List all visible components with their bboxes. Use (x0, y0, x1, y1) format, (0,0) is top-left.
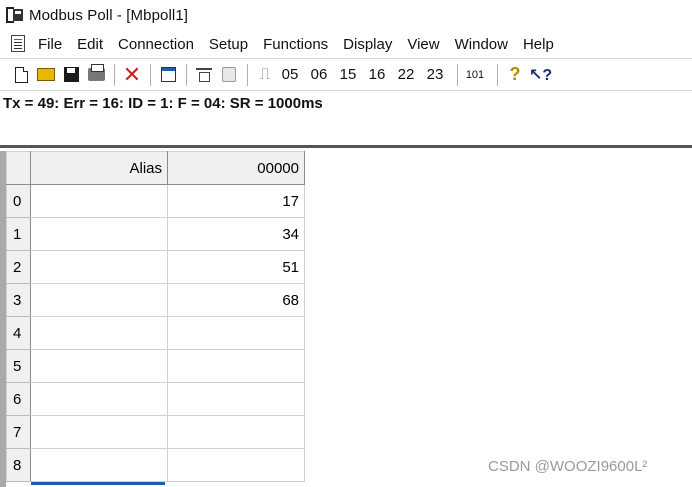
modbus-poll-app-icon[interactable] (6, 6, 24, 24)
row-header[interactable]: 1 (6, 217, 31, 251)
alias-cell[interactable] (30, 382, 168, 416)
menu-edit[interactable]: Edit (77, 36, 103, 53)
toolbar-separator (150, 63, 151, 86)
menu-connection[interactable]: Connection (118, 36, 194, 53)
menu-view[interactable]: View (407, 36, 439, 53)
table-row: 1 34 (6, 217, 305, 251)
alias-cell[interactable] (30, 448, 168, 482)
title-bar: Modbus Poll - [Mbpoll1] (0, 0, 692, 30)
table-row: 7 (6, 415, 305, 449)
row-header[interactable]: 6 (6, 382, 31, 416)
window-icon[interactable] (157, 63, 179, 87)
function-16-button[interactable]: 16 (366, 63, 388, 87)
function-23-button[interactable]: 23 (424, 63, 446, 87)
save-icon[interactable] (60, 63, 82, 87)
value-cell[interactable] (167, 316, 305, 350)
table-row: 5 (6, 349, 305, 383)
status-panel: Tx = 49: Err = 16: ID = 1: F = 04: SR = … (0, 92, 692, 148)
function-15-button[interactable]: 15 (337, 63, 359, 87)
whats-this-icon[interactable]: ↖? (529, 63, 552, 87)
pulse-icon[interactable]: ⎍ (254, 63, 276, 87)
menu-help[interactable]: Help (523, 36, 554, 53)
alias-cell[interactable] (30, 217, 168, 251)
value-cell[interactable]: 51 (167, 250, 305, 284)
function-22-button[interactable]: 22 (395, 63, 417, 87)
table-row: 6 (6, 382, 305, 416)
menu-setup[interactable]: Setup (209, 36, 248, 53)
data-grid-area: Alias 00000 0 17 1 34 2 51 3 68 4 5 6 7 … (0, 151, 692, 487)
row-header[interactable]: 7 (6, 415, 31, 449)
toolbar: ✕ ⎍ 05 06 15 16 22 23 101 ? ↖? (0, 58, 692, 91)
value-cell[interactable] (167, 415, 305, 449)
new-icon[interactable] (10, 63, 32, 87)
menu-window[interactable]: Window (455, 36, 508, 53)
toolbar-separator (247, 63, 248, 86)
value-cell[interactable] (167, 382, 305, 416)
row-header[interactable]: 0 (6, 184, 31, 218)
read-write-101-button[interactable]: 101 (464, 63, 486, 87)
connect-icon[interactable] (193, 63, 215, 87)
toolbar-separator (457, 63, 458, 86)
table-row: 3 68 (6, 283, 305, 317)
column-header-alias[interactable]: Alias (30, 151, 168, 185)
open-folder-icon[interactable] (35, 63, 57, 87)
row-header[interactable]: 3 (6, 283, 31, 317)
row-header[interactable]: 8 (6, 448, 31, 482)
table-row: 8 (6, 448, 305, 482)
value-cell[interactable]: 68 (167, 283, 305, 317)
menu-functions[interactable]: Functions (263, 36, 328, 53)
alias-cell[interactable] (30, 415, 168, 449)
column-header-address[interactable]: 00000 (167, 151, 305, 185)
menu-file[interactable]: File (38, 36, 62, 53)
row-header[interactable]: 2 (6, 250, 31, 284)
table-row: 2 51 (6, 250, 305, 284)
value-cell[interactable] (167, 448, 305, 482)
header-row: Alias 00000 (6, 151, 305, 185)
disconnect-icon[interactable] (218, 63, 240, 87)
function-05-button[interactable]: 05 (279, 63, 301, 87)
alias-cell[interactable] (30, 349, 168, 383)
toolbar-separator (114, 63, 115, 86)
help-icon[interactable]: ? (504, 63, 526, 87)
alias-cell[interactable] (30, 316, 168, 350)
menu-display[interactable]: Display (343, 36, 392, 53)
window-title: Modbus Poll - [Mbpoll1] (29, 6, 189, 24)
status-text: Tx = 49: Err = 16: ID = 1: F = 04: SR = … (3, 95, 323, 112)
print-icon[interactable] (85, 63, 107, 87)
table-row: 0 17 (6, 184, 305, 218)
row-header[interactable]: 5 (6, 349, 31, 383)
menu-bar: File Edit Connection Setup Functions Dis… (0, 30, 692, 58)
alias-cell[interactable] (30, 184, 168, 218)
grid-corner[interactable] (6, 151, 31, 185)
toolbar-separator (186, 63, 187, 86)
watermark: CSDN @WOOZI9600L² (488, 458, 648, 475)
table-row: 4 (6, 316, 305, 350)
function-06-button[interactable]: 06 (308, 63, 330, 87)
value-cell[interactable]: 17 (167, 184, 305, 218)
row-header[interactable]: 4 (6, 316, 31, 350)
value-cell[interactable] (167, 349, 305, 383)
document-icon[interactable] (8, 34, 28, 54)
value-cell[interactable]: 34 (167, 217, 305, 251)
delete-x-icon[interactable]: ✕ (121, 63, 143, 87)
alias-cell[interactable] (30, 283, 168, 317)
selection-indicator (31, 482, 165, 485)
data-grid: Alias 00000 0 17 1 34 2 51 3 68 4 5 6 7 … (6, 151, 305, 482)
alias-cell[interactable] (30, 250, 168, 284)
toolbar-separator (497, 63, 498, 86)
